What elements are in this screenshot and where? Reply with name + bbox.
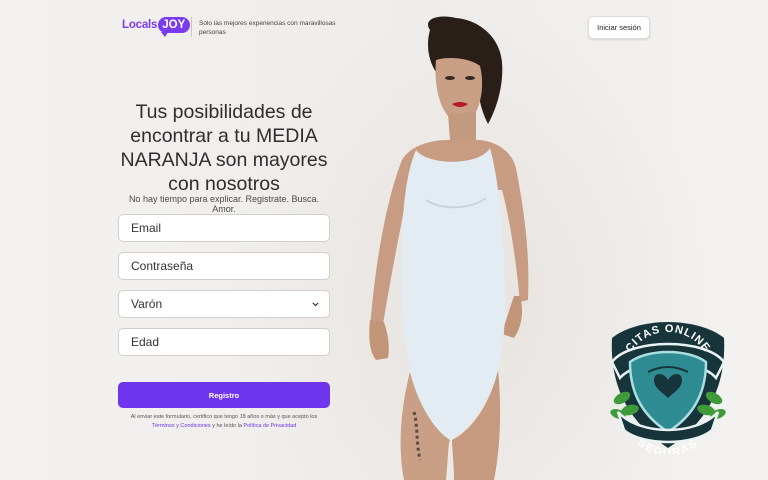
register-button[interactable]: Registro <box>118 382 330 408</box>
gender-selected-value: Varón <box>131 297 163 311</box>
login-button[interactable]: Iniciar sesión <box>588 16 650 39</box>
hero-subhead: No hay tiempo para explicar. Registrate.… <box>128 194 320 214</box>
logo-text-locals: Locals <box>122 19 158 31</box>
email-field[interactable]: Email <box>118 214 330 242</box>
logo-text-joy: JOY <box>158 17 191 37</box>
password-placeholder: Contraseña <box>131 259 194 273</box>
hero-headline: Tus posibilidades de encontrar a tu MEDI… <box>120 101 328 195</box>
model-photo <box>369 16 529 480</box>
password-field[interactable]: Contraseña <box>118 252 330 280</box>
safe-dating-badge: CITAS ONLINE SEGURAS <box>610 322 726 454</box>
chevron-down-icon <box>312 302 319 306</box>
privacy-link[interactable]: Política de Privacidad <box>243 423 296 429</box>
legal-text: Al enviar este formulario, certifico que… <box>130 414 318 420</box>
legal-notice: Al enviar este formulario, certifico que… <box>118 413 330 430</box>
gender-select[interactable]: Varón <box>118 290 330 318</box>
email-placeholder: Email <box>131 221 162 235</box>
terms-link[interactable]: Términos y Condiciones <box>152 423 211 429</box>
site-logo[interactable]: Locals JOY <box>122 17 191 37</box>
age-field[interactable]: Edad <box>118 328 330 356</box>
header-divider <box>191 17 192 37</box>
header-tagline: Solo las mejores experiencias con maravi… <box>199 20 336 36</box>
legal-connector: y he leído la <box>210 422 244 429</box>
age-placeholder: Edad <box>131 335 160 349</box>
